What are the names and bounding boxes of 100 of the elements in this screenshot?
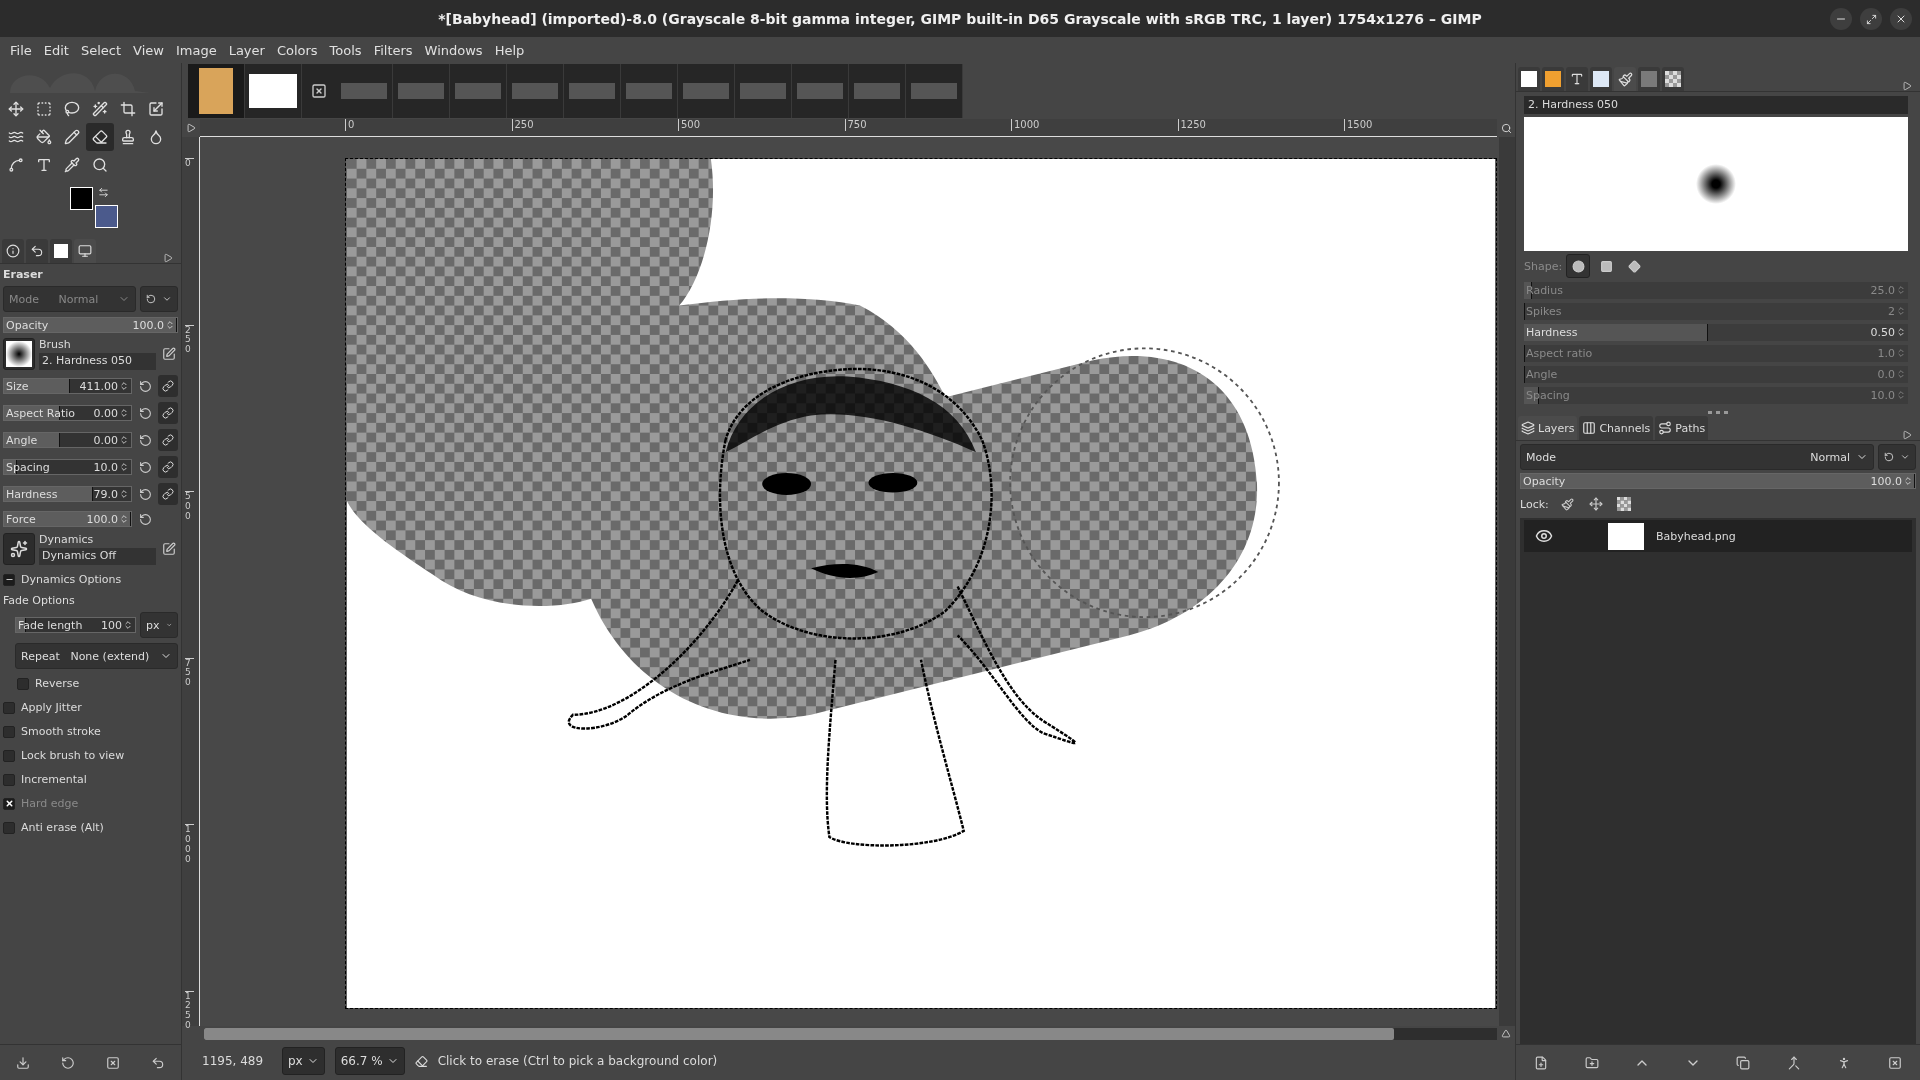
dock-tab[interactable]: [2, 239, 24, 263]
dynamics-name-field[interactable]: Dynamics Off: [39, 548, 156, 565]
dock-tab[interactable]: [1518, 67, 1540, 91]
shape-label: Shape:: [1524, 259, 1563, 273]
menu-item[interactable]: File: [4, 42, 38, 58]
link-button[interactable]: [158, 456, 178, 478]
menu-item[interactable]: Help: [488, 42, 531, 58]
spin-icon[interactable]: [119, 514, 129, 524]
foreground-color-swatch[interactable]: [70, 187, 93, 210]
spin-icon[interactable]: [165, 320, 175, 330]
edit-dynamics-button[interactable]: [160, 540, 178, 558]
lock-alpha-button[interactable]: [1614, 495, 1633, 513]
expander[interactable]: [3, 573, 15, 586]
spin-icon[interactable]: [123, 620, 133, 630]
layers-icon: [1521, 421, 1535, 435]
canvas-menu-icon[interactable]: [186, 123, 196, 133]
horizontal-scrollbar[interactable]: [204, 1028, 1497, 1040]
dock-tab[interactable]: [1542, 67, 1564, 91]
dock-tab[interactable]: [1662, 67, 1684, 91]
checkbox[interactable]: [3, 773, 15, 786]
checkbox[interactable]: [3, 749, 15, 762]
dock-tab[interactable]: Paths: [1655, 416, 1709, 440]
screenshot-thumbnail: [341, 83, 387, 99]
dock-tab[interactable]: Layers: [1518, 416, 1578, 440]
spin-icon[interactable]: [119, 489, 129, 499]
menu-item[interactable]: Layer: [222, 42, 271, 58]
opacity-slider[interactable]: Opacity 100.0: [1520, 473, 1916, 489]
maximize-icon: [1865, 13, 1877, 25]
menu-item[interactable]: Image: [169, 42, 223, 58]
zoom-icon[interactable]: [1500, 122, 1512, 134]
swap-colors-icon[interactable]: [98, 187, 109, 198]
brush-name-field[interactable]: 2. Hardness 050: [39, 353, 156, 370]
maximize-button[interactable]: [1860, 8, 1882, 30]
dock-tab[interactable]: [1614, 67, 1636, 91]
menu-item[interactable]: Select: [74, 42, 128, 58]
dock-menu-icon[interactable]: [1902, 81, 1912, 91]
dock-tab[interactable]: [50, 239, 72, 263]
spin-icon[interactable]: [119, 435, 129, 445]
background-color-swatch[interactable]: [95, 205, 118, 228]
reset-mode-dropdown[interactable]: [140, 286, 178, 312]
zoom-dropdown[interactable]: 66.7 %: [334, 1047, 405, 1075]
brush-slider[interactable]: Spacing 10.0: [3, 459, 132, 475]
brush-preview[interactable]: [3, 338, 35, 370]
force-slider[interactable]: Force 100.0: [3, 511, 132, 527]
close-tab-button[interactable]: [310, 82, 328, 100]
link-button[interactable]: [158, 483, 178, 505]
dynamics-preview[interactable]: [3, 533, 35, 565]
dock-tab[interactable]: [26, 239, 48, 263]
text-tool-icon: [36, 157, 52, 173]
spin-icon[interactable]: [119, 408, 129, 418]
checkbox-label: Reverse: [35, 677, 80, 690]
brush-slider[interactable]: Hardness 79.0: [3, 486, 132, 502]
lock-pixels-button[interactable]: [1558, 495, 1577, 513]
brush-label: Brush: [39, 338, 72, 351]
dock-tab[interactable]: [1566, 67, 1588, 91]
link-button[interactable]: [158, 375, 178, 397]
menu-item[interactable]: Edit: [37, 42, 75, 58]
menu-item[interactable]: View: [127, 42, 170, 58]
menu-item[interactable]: Tools: [323, 42, 368, 58]
resize-handle-icon[interactable]: [1708, 410, 1728, 414]
link-button[interactable]: [158, 402, 178, 424]
tool-button[interactable]: [86, 123, 114, 151]
repeat-dropdown[interactable]: Repeat None (extend): [15, 643, 178, 669]
brush-slider[interactable]: Aspect Ratio 0.00: [3, 405, 132, 421]
link-button[interactable]: [158, 429, 178, 451]
mode-dropdown[interactable]: Mode Normal: [3, 286, 136, 312]
brush-param-slider[interactable]: Hardness 0.50: [1524, 323, 1908, 341]
brush-slider[interactable]: Angle 0.00: [3, 432, 132, 448]
spin-icon[interactable]: [119, 462, 129, 472]
menu-item[interactable]: Windows: [418, 42, 489, 58]
checkbox-label: Lock brush to view: [21, 749, 125, 762]
spin-icon[interactable]: [1896, 327, 1906, 337]
edit-brush-button[interactable]: [160, 345, 178, 363]
dock-tab[interactable]: [1590, 67, 1612, 91]
fade-length-slider[interactable]: Fade length 100: [15, 617, 136, 633]
paintbrush-icon: [1561, 497, 1575, 511]
image-tab[interactable]: [188, 64, 245, 118]
dock-tab[interactable]: Channels: [1579, 416, 1654, 440]
checkbox[interactable]: [3, 821, 15, 834]
unit-dropdown[interactable]: px: [140, 612, 178, 638]
unit-dropdown[interactable]: px: [282, 1047, 325, 1075]
reset-mode-dropdown[interactable]: [1878, 444, 1916, 470]
spin-icon[interactable]: [1903, 476, 1913, 486]
edit-icon: [162, 347, 176, 361]
layer-mode-dropdown[interactable]: Mode Normal: [1520, 444, 1874, 470]
dock-menu-icon[interactable]: [1902, 430, 1912, 440]
minimize-button[interactable]: [1830, 8, 1852, 30]
close-button[interactable]: [1890, 8, 1912, 30]
reset-icon: [138, 512, 152, 526]
menu-item[interactable]: Filters: [367, 42, 419, 58]
layer-row[interactable]: Babyhead.png: [1524, 520, 1912, 552]
brush-slider[interactable]: Size 411.00: [3, 378, 132, 394]
checkbox[interactable]: [3, 725, 15, 738]
shape-button[interactable]: [1566, 254, 1591, 278]
opacity-slider[interactable]: Opacity 100.0: [3, 317, 178, 333]
spin-icon[interactable]: [119, 381, 129, 391]
checkbox[interactable]: [17, 677, 29, 690]
checkbox[interactable]: [3, 701, 15, 714]
dock-menu-icon[interactable]: [163, 253, 173, 263]
menu-item[interactable]: Colors: [270, 42, 324, 58]
